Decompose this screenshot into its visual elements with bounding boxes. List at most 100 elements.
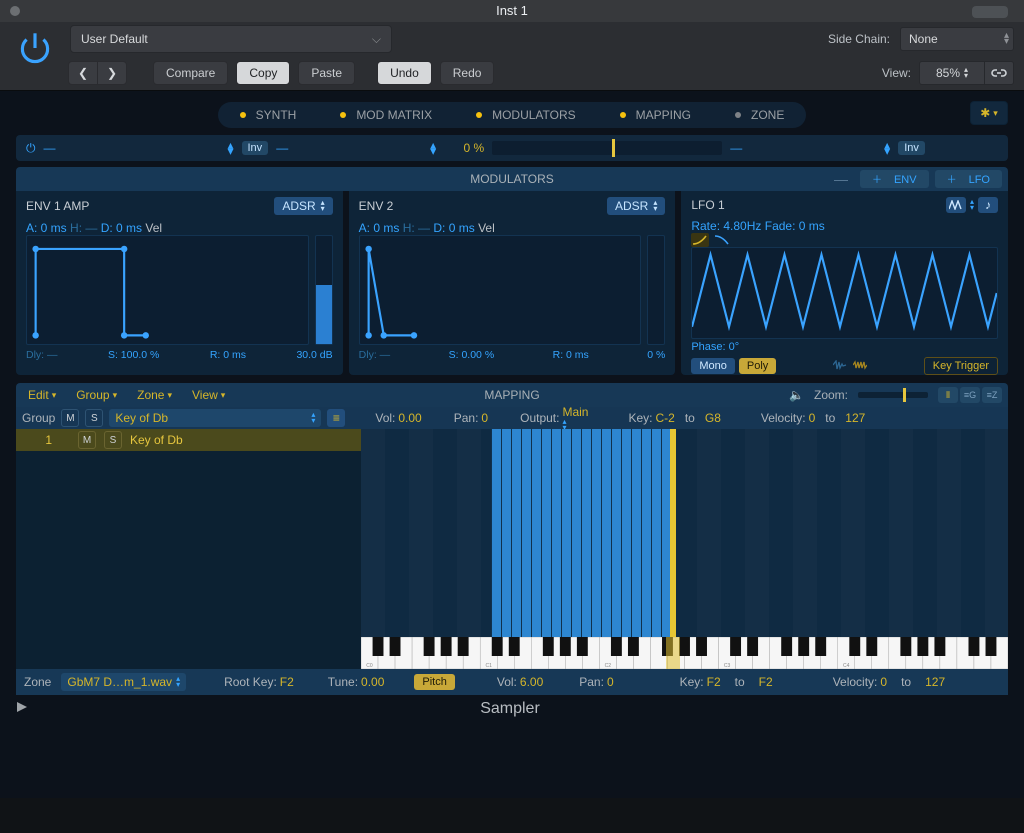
tab-modulators[interactable]: MODULATORS: [454, 102, 598, 128]
env2-attack[interactable]: A: 0 ms: [359, 221, 400, 235]
add-lfo-button[interactable]: ＋LFO: [935, 170, 1002, 188]
tab-zone[interactable]: ZONE: [713, 102, 806, 128]
edit-menu[interactable]: Edit▾: [22, 388, 62, 402]
zone-vel-lo[interactable]: 0: [880, 675, 887, 689]
next-preset-button[interactable]: ❯: [97, 61, 127, 85]
close-icon[interactable]: [10, 6, 20, 16]
add-env-button[interactable]: ＋ENV: [860, 170, 929, 188]
env2-release[interactable]: R: 0 ms: [553, 349, 589, 361]
view-mode-keyboard-button[interactable]: ⫴: [938, 387, 958, 403]
lfo-fade-in-icon[interactable]: [691, 233, 709, 247]
env1-decay[interactable]: D: 0 ms: [101, 221, 142, 235]
zone-vel-hi[interactable]: 127: [925, 675, 945, 689]
lfo-sustain-icon[interactable]: [853, 359, 867, 373]
lfo1-fade[interactable]: Fade: 0 ms: [765, 219, 825, 233]
zone-file-select[interactable]: GbM7 D…m_1.wav: [61, 673, 186, 691]
env2-graph[interactable]: [359, 235, 642, 345]
view-menu[interactable]: View▾: [186, 388, 231, 402]
mod-inv1-chip[interactable]: Inv: [242, 141, 269, 155]
zone-menu[interactable]: Zone▾: [131, 388, 178, 402]
zone-root-key[interactable]: F2: [280, 675, 294, 689]
env2-hold[interactable]: H: —: [403, 221, 430, 235]
zone-tune-value[interactable]: 0.00: [361, 675, 384, 689]
zone-vol-value[interactable]: 6.00: [520, 675, 543, 689]
env1-vel-slider[interactable]: [315, 235, 333, 345]
group-mute-button[interactable]: M: [61, 409, 79, 427]
zone-block[interactable]: [491, 429, 671, 637]
env2-mode-select[interactable]: ADSR: [607, 197, 665, 215]
group-menu[interactable]: Group▾: [70, 388, 123, 402]
zone-key-hi[interactable]: F2: [759, 675, 773, 689]
mod-source-select[interactable]: —: [44, 141, 234, 155]
piano-keyboard[interactable]: C0C1C2C3C4: [361, 637, 1008, 669]
lfo-decay-icon[interactable]: [833, 359, 847, 373]
group-list-toggle-button[interactable]: ≡: [327, 409, 345, 427]
tab-mod-matrix[interactable]: MOD MATRIX: [318, 102, 454, 128]
zone-key-lo[interactable]: F2: [707, 675, 721, 689]
play-icon[interactable]: [16, 700, 28, 718]
mapping-visual-area[interactable]: C0C1C2C3C4: [361, 429, 1008, 669]
mod-amount-slider[interactable]: [492, 141, 722, 155]
group-vol-value[interactable]: 0.00: [398, 411, 421, 425]
paste-button[interactable]: Paste: [298, 61, 355, 85]
lfo1-rate[interactable]: Rate: 4.80Hz: [691, 219, 761, 233]
undo-button[interactable]: Undo: [377, 61, 432, 85]
tab-synth[interactable]: SYNTH: [218, 102, 319, 128]
row-mute-button[interactable]: M: [78, 431, 96, 449]
group-vel-lo[interactable]: 0: [809, 411, 816, 425]
env2-vel-pct[interactable]: 0 %: [647, 349, 665, 361]
link-button[interactable]: [985, 61, 1014, 85]
lfo-mono-button[interactable]: Mono: [691, 358, 735, 374]
mapping-list-area[interactable]: 1 M S Key of Db: [16, 429, 361, 669]
env1-attack[interactable]: A: 0 ms: [26, 221, 67, 235]
group-key-lo[interactable]: C-2: [656, 411, 675, 425]
root-key-indicator[interactable]: [670, 429, 676, 637]
zone-pan-value[interactable]: 0: [607, 675, 614, 689]
group-vel-hi[interactable]: 127: [845, 411, 865, 425]
group-pan-value[interactable]: 0: [481, 411, 488, 425]
redo-button[interactable]: Redo: [440, 61, 495, 85]
speaker-icon[interactable]: 🔈: [789, 388, 804, 402]
view-mode-zone-button[interactable]: ≡Z: [982, 387, 1002, 403]
env2-vel-slider[interactable]: [647, 235, 665, 345]
lfo-key-trigger-button[interactable]: Key Trigger: [924, 357, 998, 375]
lfo-waveform-select[interactable]: [946, 197, 966, 213]
lfo1-graph[interactable]: [691, 247, 998, 339]
tab-mapping[interactable]: MAPPING: [598, 102, 713, 128]
row-solo-button[interactable]: S: [104, 431, 122, 449]
env1-graph[interactable]: [26, 235, 309, 345]
env2-delay[interactable]: Dly: —: [359, 349, 391, 361]
mod-row-power-icon[interactable]: ⏻: [26, 141, 36, 156]
minimize-icon[interactable]: —: [828, 170, 854, 188]
env1-delay[interactable]: Dly: —: [26, 349, 58, 361]
sidechain-selector[interactable]: None: [900, 27, 1014, 51]
prev-preset-button[interactable]: ❮: [68, 61, 97, 85]
view-mode-list-button[interactable]: ≡G: [960, 387, 980, 403]
preset-selector[interactable]: User Default ⌵: [70, 25, 392, 53]
mod-dest-select[interactable]: —: [276, 141, 436, 155]
copy-button[interactable]: Copy: [236, 61, 290, 85]
env2-sustain[interactable]: S: 0.00 %: [449, 349, 495, 361]
lfo1-phase[interactable]: Phase: 0°: [691, 341, 998, 353]
zone-pitch-button[interactable]: Pitch: [414, 674, 454, 690]
lfo-note-icon[interactable]: ♪: [978, 197, 998, 213]
env1-hold[interactable]: H: —: [70, 221, 97, 235]
lfo-fade-out-icon[interactable]: [713, 233, 731, 247]
mod-inv2-chip[interactable]: Inv: [898, 141, 925, 155]
settings-gear-button[interactable]: ✱▾: [970, 101, 1008, 125]
view-zoom-selector[interactable]: 85%: [919, 61, 985, 85]
group-output-select[interactable]: Main: [562, 405, 588, 431]
env1-vel-db[interactable]: 30.0 dB: [296, 349, 332, 361]
mod-via-select[interactable]: —: [730, 141, 890, 155]
env1-sustain[interactable]: S: 100.0 %: [108, 349, 159, 361]
mod-amount-value[interactable]: 0 %: [444, 141, 484, 155]
lfo-poly-button[interactable]: Poly: [739, 358, 776, 374]
env2-decay[interactable]: D: 0 ms: [433, 221, 474, 235]
group-key-hi[interactable]: G8: [705, 411, 721, 425]
env1-mode-select[interactable]: ADSR: [274, 197, 332, 215]
list-row[interactable]: 1 M S Key of Db: [16, 429, 361, 451]
group-name-field[interactable]: Key of Db: [109, 409, 321, 427]
group-solo-button[interactable]: S: [85, 409, 103, 427]
zoom-slider[interactable]: [858, 392, 928, 398]
env1-release[interactable]: R: 0 ms: [210, 349, 246, 361]
